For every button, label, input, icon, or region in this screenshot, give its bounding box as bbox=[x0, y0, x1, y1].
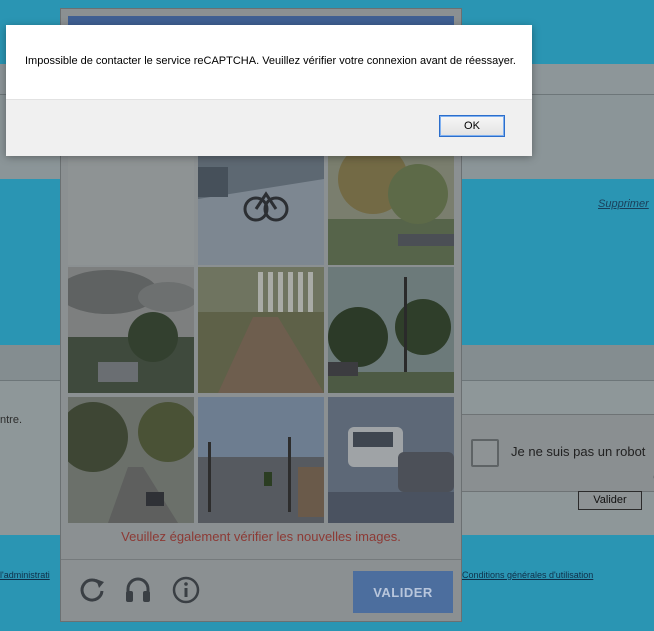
challenge-warning: Veuillez également vérifier les nouvelle… bbox=[121, 529, 401, 544]
image-tile[interactable] bbox=[68, 267, 194, 393]
alert-button-bar: OK bbox=[6, 99, 532, 156]
form-submit-button[interactable]: Valider bbox=[578, 491, 642, 510]
info-icon[interactable] bbox=[171, 575, 201, 605]
verify-button[interactable]: VALIDER bbox=[353, 571, 453, 613]
recaptcha-anchor[interactable]: Je ne suis pas un robot C bbox=[452, 414, 654, 492]
alert-dialog: Impossible de contacter le service reCAP… bbox=[6, 25, 532, 156]
ok-button[interactable]: OK bbox=[439, 115, 505, 137]
image-tile[interactable] bbox=[198, 139, 324, 265]
image-tile[interactable] bbox=[328, 267, 454, 393]
recaptcha-checkbox[interactable] bbox=[471, 439, 499, 467]
recaptcha-label: Je ne suis pas un robot bbox=[511, 444, 646, 459]
image-tile[interactable] bbox=[328, 397, 454, 523]
audio-icon[interactable] bbox=[123, 575, 153, 605]
image-tile[interactable] bbox=[198, 397, 324, 523]
reload-icon[interactable] bbox=[77, 575, 107, 605]
footer-terms-link[interactable]: Conditions générales d'utilisation bbox=[462, 570, 593, 580]
delete-link[interactable]: Supprimer bbox=[598, 198, 649, 210]
image-tile[interactable] bbox=[328, 139, 454, 265]
footer-admin-link[interactable]: l'administrati bbox=[0, 570, 50, 580]
image-tile[interactable] bbox=[68, 139, 194, 265]
alert-message: Impossible de contacter le service reCAP… bbox=[25, 55, 516, 67]
challenge-footer-divider bbox=[61, 559, 461, 560]
image-tile[interactable] bbox=[198, 267, 324, 393]
image-tile[interactable] bbox=[68, 397, 194, 523]
form-text: ntre. bbox=[0, 414, 23, 426]
